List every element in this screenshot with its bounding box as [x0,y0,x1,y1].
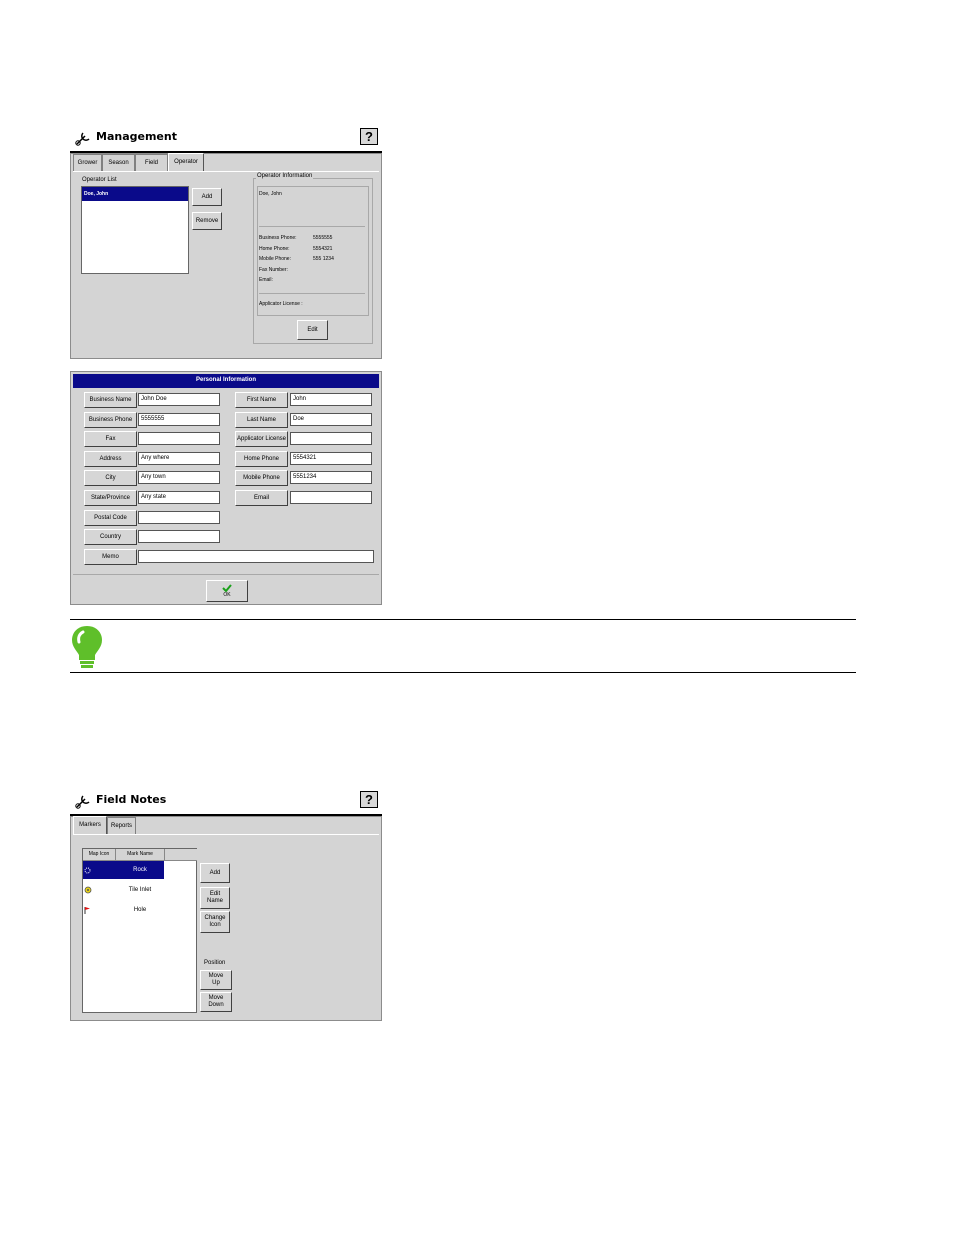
operator-list-label: Operator List [82,177,117,183]
country-label[interactable]: Country [84,529,137,545]
tab-grower[interactable]: Grower [73,154,102,171]
add-button[interactable]: Add [200,863,230,883]
last-name-field[interactable]: Doe [290,413,372,426]
fax-label[interactable]: Fax [84,431,137,447]
fieldnotes-panel: Markers Reports Map Icon Mark Name Rock … [70,816,382,1021]
tile-inlet-icon [84,886,92,894]
position-label: Position [204,960,226,966]
ok-label: OK [223,591,231,598]
postal-code-label[interactable]: Postal Code [84,510,137,526]
mark-name: Rock [133,867,147,873]
info-label: Home Phone: [259,246,290,252]
list-item[interactable]: Rock [83,861,164,879]
country-field[interactable] [138,530,220,543]
help-button[interactable]: ? [360,791,378,808]
tab-operator[interactable]: Operator [168,153,204,171]
business-name-field[interactable]: John Doe [138,393,220,406]
memo-label[interactable]: Memo [84,549,137,565]
note-bottom-rule [70,672,856,673]
col-header-map-icon[interactable]: Map Icon [83,849,116,861]
wrench-icon [75,795,90,809]
state-province-label[interactable]: State/Province [84,490,137,506]
move-down-button[interactable]: Move Down [200,992,232,1012]
address-field[interactable]: Any where [138,452,220,465]
info-applicator-license: Applicator License : [259,301,303,307]
email-label[interactable]: Email [235,490,288,506]
change-icon-button[interactable]: Change Icon [200,911,230,933]
last-name-label[interactable]: Last Name [235,412,288,428]
city-field[interactable]: Any town [138,471,220,484]
email-field[interactable] [290,491,372,504]
tab-reports[interactable]: Reports [107,817,136,834]
first-name-field[interactable]: John [290,393,372,406]
marker-list[interactable]: Map Icon Mark Name Rock Tile Inlet Hole [82,848,197,1013]
help-button[interactable]: ? [360,128,378,145]
lightbulb-icon [72,626,102,668]
flag-icon [84,907,90,914]
business-phone-label[interactable]: Business Phone [84,412,137,428]
business-name-label[interactable]: Business Name [84,392,137,408]
tab-field[interactable]: Field [135,154,168,171]
state-province-field[interactable]: Any state [138,491,220,504]
tab-markers[interactable]: Markers [73,816,107,834]
rock-icon [84,867,91,874]
edit-name-button[interactable]: Edit Name [200,887,230,909]
wrench-icon [75,132,90,146]
add-button[interactable]: Add [192,188,222,206]
remove-button[interactable]: Remove [192,212,222,230]
tab-season[interactable]: Season [102,154,135,171]
edit-button[interactable]: Edit [297,320,328,340]
management-title: Management [96,130,177,143]
fieldnotes-title: Field Notes [96,793,167,806]
fax-field[interactable] [138,432,220,445]
info-name: Doe, John [259,191,282,197]
city-label[interactable]: City [84,470,137,486]
info-label: Business Phone: [259,235,297,241]
home-phone-label[interactable]: Home Phone [235,451,288,467]
operator-list[interactable]: Doe, John [81,186,189,274]
mark-name: Tile Inlet [128,887,152,893]
note-top-rule [70,619,856,620]
fieldnotes-titlebar: Field Notes [70,790,382,816]
info-label: Mobile Phone: [259,256,291,262]
list-item[interactable]: Doe, John [82,187,188,201]
address-label[interactable]: Address [84,451,137,467]
first-name-label[interactable]: First Name [235,392,288,408]
business-phone-field[interactable]: 5555555 [138,413,220,426]
list-item[interactable]: Hole [83,901,164,919]
list-item[interactable]: Tile Inlet [83,881,164,899]
applicator-license-label[interactable]: Applicator License [235,431,288,447]
checkmark-icon [222,583,232,592]
management-titlebar: Management [70,127,382,153]
personal-info-panel: Personal Information Business Name John … [70,371,382,605]
mobile-phone-field[interactable]: 5551234 [290,471,372,484]
info-value: 5554321 [313,246,333,252]
mark-name: Hole [133,907,147,913]
home-phone-field[interactable]: 5554321 [290,452,372,465]
postal-code-field[interactable] [138,511,220,524]
ok-button[interactable]: OK [206,580,248,602]
memo-field[interactable] [138,550,374,563]
operator-info-label: Operator Information [256,173,314,179]
info-label: Fax Number: [259,267,288,273]
management-panel: Grower Season Field Operator Operator Li… [70,153,382,359]
info-value: 5555555 [313,235,333,241]
col-header-mark-name[interactable]: Mark Name [116,849,165,861]
info-label: Email: [259,277,273,283]
applicator-license-field[interactable] [290,432,372,445]
personal-info-header: Personal Information [73,374,379,388]
mobile-phone-label[interactable]: Mobile Phone [235,470,288,486]
move-up-button[interactable]: Move Up [200,970,232,990]
info-value: 555 1234 [313,256,334,262]
